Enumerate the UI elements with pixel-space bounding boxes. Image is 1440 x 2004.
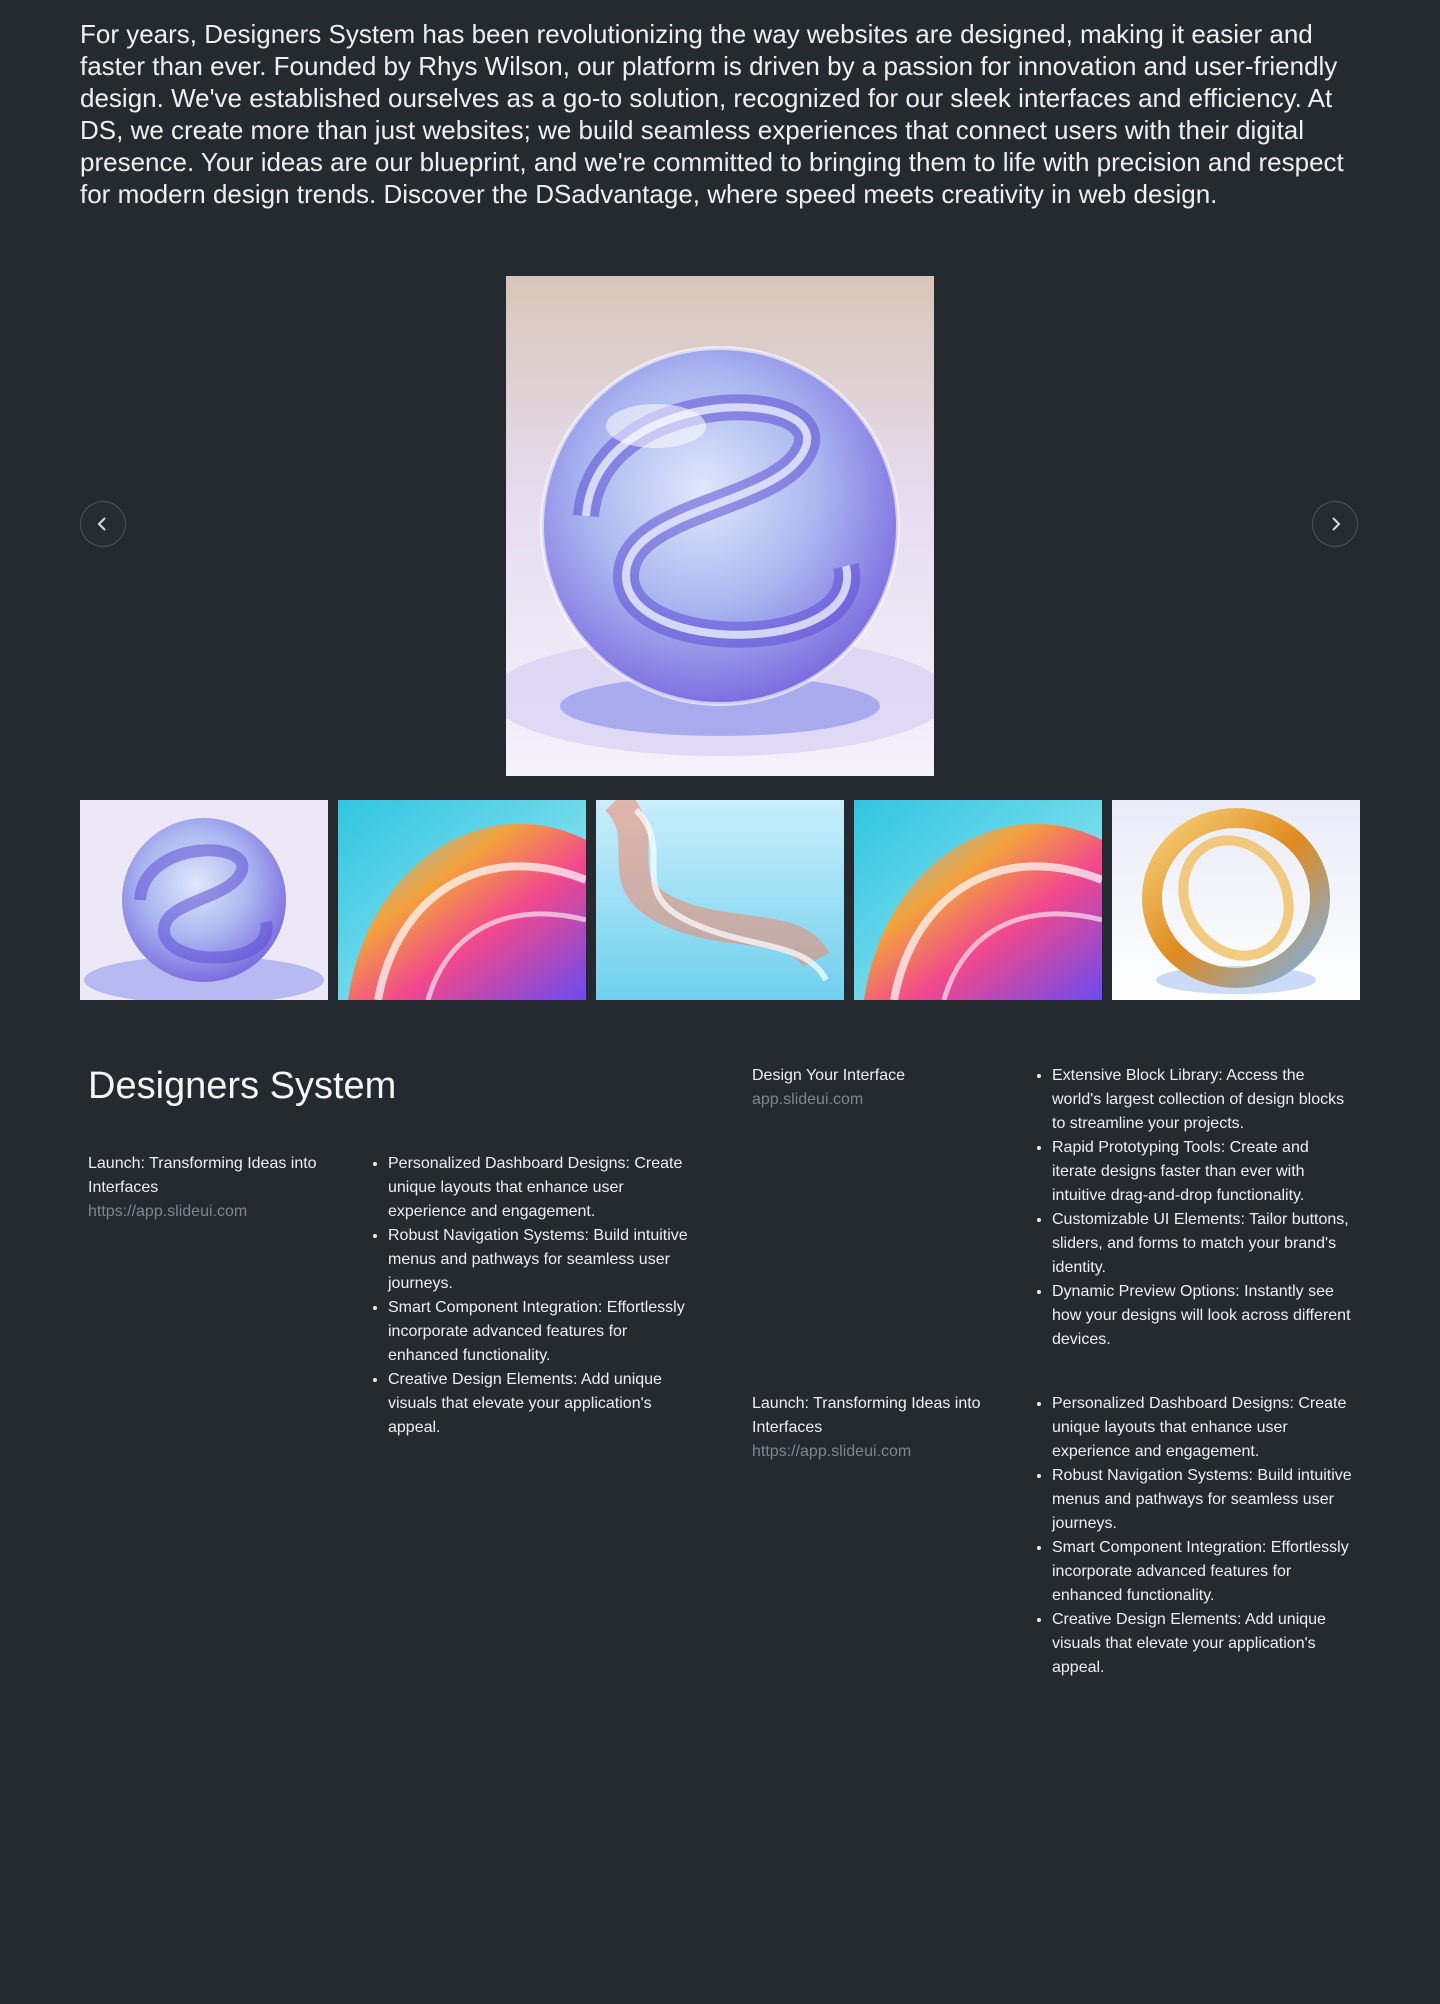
feature-item: Robust Navigation Systems: Build intuiti… [388,1224,690,1296]
project-title-text: Launch: Transforming Ideas into Interfac… [752,1395,981,1436]
project-title-text: Design Your Interface [752,1067,905,1084]
carousel-next-button[interactable] [1312,501,1358,547]
carousel-thumbnail-swirl-2[interactable] [854,800,1102,1000]
chevron-right-icon [1332,517,1341,531]
feature-item: Rapid Prototyping Tools: Create and iter… [1052,1136,1354,1208]
feature-item: Personalized Dashboard Designs: Create u… [388,1152,690,1224]
feature-item: Robust Navigation Systems: Build intuiti… [1052,1464,1354,1536]
feature-item: Dynamic Preview Options: Instantly see h… [1052,1280,1354,1352]
project-title-launch-2: Launch: Transforming Ideas into Interfac… [752,1392,1002,1464]
feature-item: Creative Design Elements: Add unique vis… [1052,1608,1354,1680]
carousel-prev-button[interactable] [80,501,126,547]
project-title-design: Design Your Interface app.slideui.com [752,1064,1002,1112]
carousel-hero-image [506,276,934,776]
brand-title: Designers System [88,1065,397,1107]
feature-item: Extensive Block Library: Access the worl… [1052,1064,1354,1136]
carousel-thumbnail-sphere[interactable] [80,800,328,1000]
feature-list: Extensive Block Library: Access the worl… [1034,1064,1354,1352]
project-title-launch: Launch: Transforming Ideas into Interfac… [88,1152,338,1224]
carousel-thumbnail-ribbon[interactable] [596,800,844,1000]
feature-item: Creative Design Elements: Add unique vis… [388,1368,690,1440]
project-url-link[interactable]: app.slideui.com [752,1088,1002,1112]
feature-item: Smart Component Integration: Effortlessl… [1052,1536,1354,1608]
project-url-link[interactable]: https://app.slideui.com [88,1200,338,1224]
feature-list: Personalized Dashboard Designs: Create u… [370,1152,690,1440]
carousel-thumbnail-ring[interactable] [1112,800,1360,1000]
intro-paragraph: For years, Designers System has been rev… [80,19,1344,209]
project-title-text: Launch: Transforming Ideas into Interfac… [88,1155,317,1196]
chevron-left-icon [97,517,106,531]
feature-item: Customizable UI Elements: Tailor buttons… [1052,1208,1354,1280]
project-url-link[interactable]: https://app.slideui.com [752,1440,1002,1464]
feature-item: Personalized Dashboard Designs: Create u… [1052,1392,1354,1464]
feature-item: Smart Component Integration: Effortlessl… [388,1296,690,1368]
feature-list: Personalized Dashboard Designs: Create u… [1034,1392,1354,1680]
carousel-thumbnail-swirl[interactable] [338,800,586,1000]
